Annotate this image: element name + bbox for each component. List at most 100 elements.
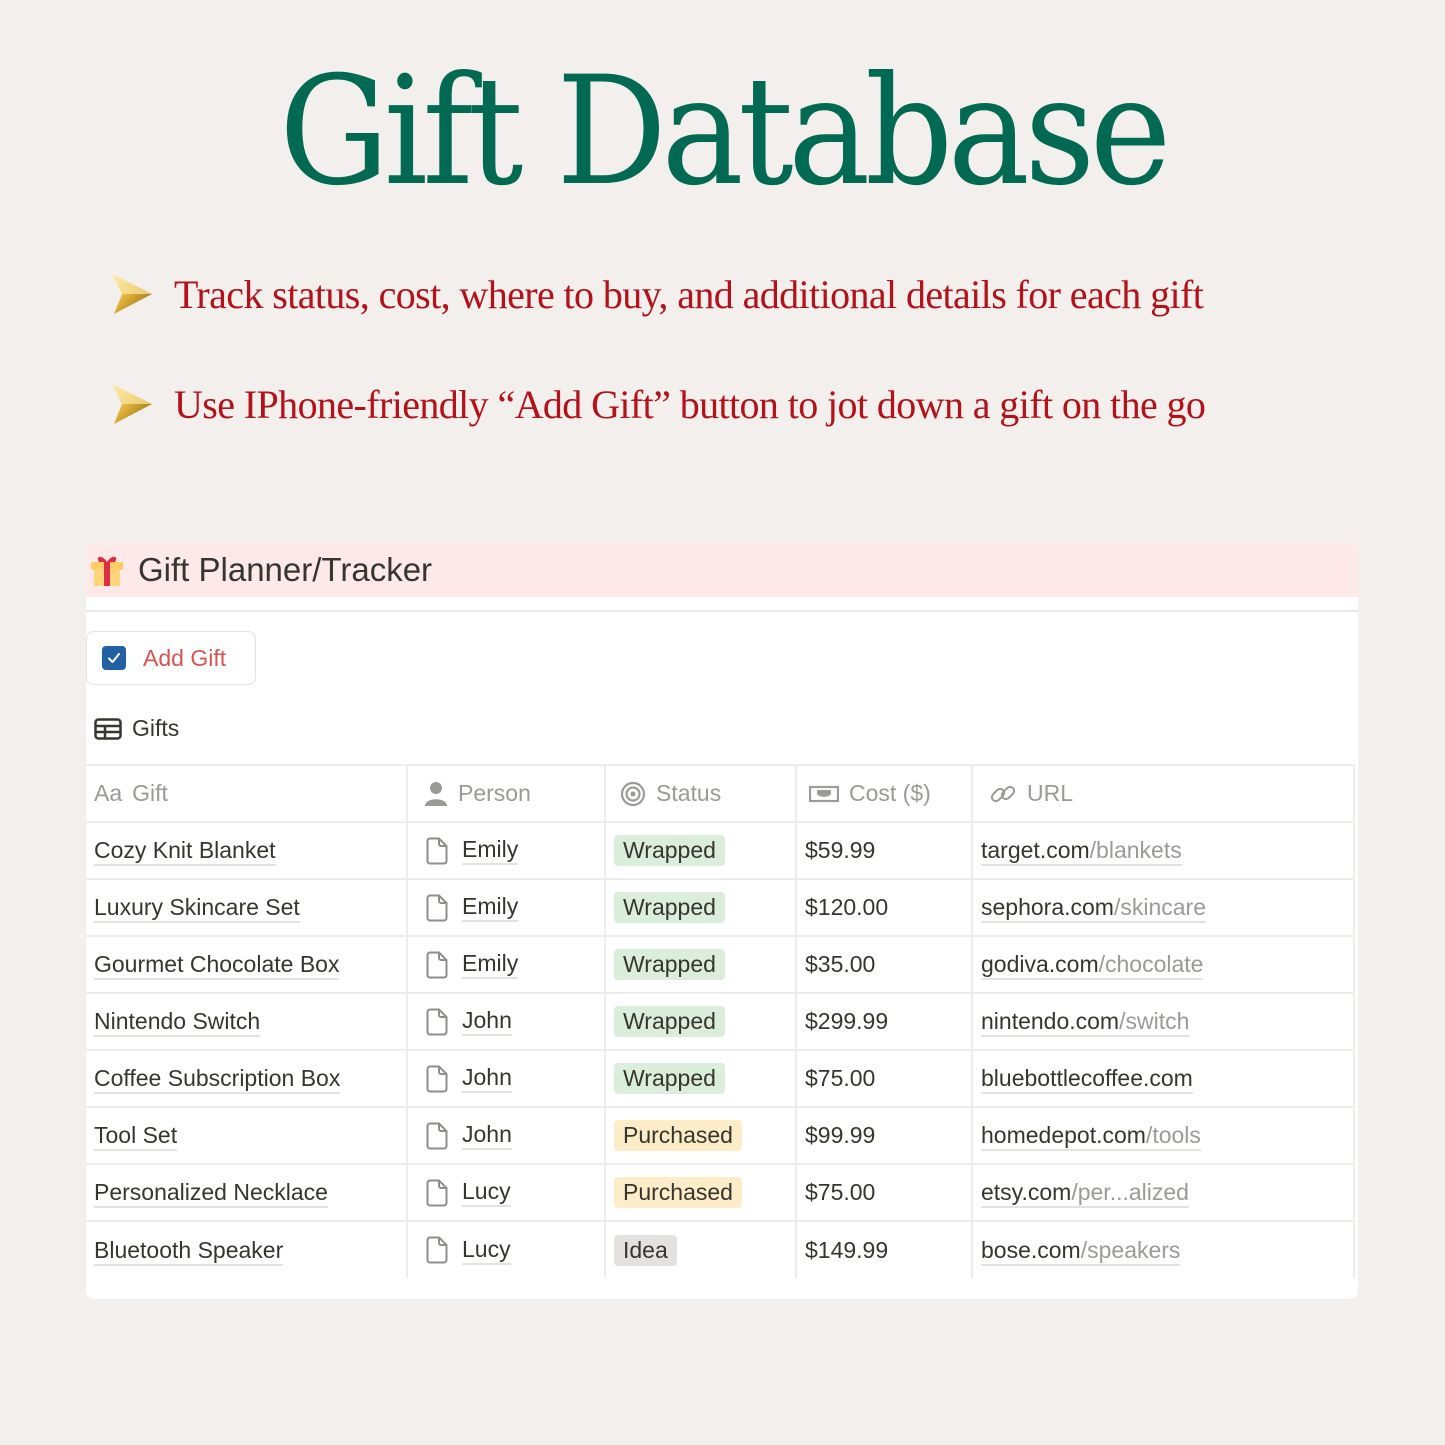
gift-cell[interactable]: Personalized Necklace bbox=[86, 1164, 408, 1222]
gift-name[interactable]: Luxury Skincare Set bbox=[94, 894, 300, 923]
status-cell[interactable]: Wrapped bbox=[605, 993, 797, 1051]
person-icon bbox=[425, 781, 447, 806]
gift-cell[interactable]: Tool Set bbox=[86, 1107, 408, 1165]
column-label: Cost ($) bbox=[849, 780, 931, 806]
link-icon bbox=[990, 785, 1016, 802]
person-cell[interactable]: Emily bbox=[407, 822, 606, 880]
gift-name[interactable]: Personalized Necklace bbox=[94, 1179, 328, 1208]
url-link[interactable]: homedepot.com/tools bbox=[981, 1122, 1201, 1151]
table-row[interactable]: Gourmet Chocolate Box Emily Wrapped $35.… bbox=[86, 936, 1355, 994]
url-cell[interactable]: bose.com/speakers bbox=[972, 1221, 1355, 1278]
cost-cell[interactable]: $120.00 bbox=[796, 879, 973, 937]
view-tab-gifts[interactable]: Gifts bbox=[94, 715, 179, 742]
url-cell[interactable]: bluebottlecoffee.com bbox=[972, 1050, 1355, 1108]
status-badge: Wrapped bbox=[614, 1063, 725, 1094]
page-icon bbox=[426, 837, 448, 864]
url-link[interactable]: bose.com/speakers bbox=[981, 1236, 1181, 1266]
column-header-cost[interactable]: Cost ($) bbox=[796, 764, 973, 823]
person-name[interactable]: Lucy bbox=[462, 1236, 511, 1265]
status-cell[interactable]: Wrapped bbox=[605, 879, 797, 937]
cost-cell[interactable]: $149.99 bbox=[796, 1221, 973, 1278]
status-cell[interactable]: Purchased bbox=[605, 1164, 797, 1222]
gift-name[interactable]: Nintendo Switch bbox=[94, 1008, 261, 1037]
table-row[interactable]: Personalized Necklace Lucy Purchased $75… bbox=[86, 1164, 1355, 1222]
column-header-gift[interactable]: Aa Gift bbox=[86, 764, 408, 823]
url-cell[interactable]: target.com/blankets bbox=[972, 822, 1355, 880]
url-link[interactable]: godiva.com/chocolate bbox=[981, 951, 1204, 980]
status-badge: Wrapped bbox=[614, 835, 725, 866]
cost-cell[interactable]: $299.99 bbox=[796, 993, 973, 1051]
add-gift-label: Add Gift bbox=[143, 644, 227, 671]
column-header-person[interactable]: Person bbox=[407, 764, 606, 823]
status-cell[interactable]: Purchased bbox=[605, 1107, 797, 1165]
gift-cell[interactable]: Nintendo Switch bbox=[86, 993, 408, 1051]
divider bbox=[86, 610, 1358, 612]
person-cell[interactable]: John bbox=[407, 993, 606, 1051]
status-cell[interactable]: Wrapped bbox=[605, 822, 797, 880]
person-name[interactable]: John bbox=[462, 1007, 512, 1036]
feature-bullet: Track status, cost, where to buy, and ad… bbox=[108, 270, 1204, 318]
person-name[interactable]: John bbox=[462, 1064, 512, 1093]
person-name[interactable]: Lucy bbox=[462, 1178, 511, 1207]
url-link[interactable]: bluebottlecoffee.com bbox=[981, 1065, 1193, 1094]
status-badge: Purchased bbox=[614, 1120, 742, 1151]
person-name[interactable]: John bbox=[462, 1121, 512, 1150]
column-header-status[interactable]: Status bbox=[605, 764, 797, 823]
gift-cell[interactable]: Cozy Knit Blanket bbox=[86, 822, 408, 880]
gift-cell[interactable]: Luxury Skincare Set bbox=[86, 879, 408, 937]
person-cell[interactable]: John bbox=[407, 1050, 606, 1108]
column-label: Person bbox=[458, 780, 531, 806]
status-badge: Idea bbox=[614, 1234, 677, 1266]
status-cell[interactable]: Idea bbox=[605, 1221, 797, 1278]
cost-cell[interactable]: $75.00 bbox=[796, 1050, 973, 1108]
url-link[interactable]: sephora.com/skincare bbox=[981, 894, 1207, 923]
url-cell[interactable]: homedepot.com/tools bbox=[972, 1107, 1355, 1165]
table-row[interactable]: Coffee Subscription Box John Wrapped $75… bbox=[86, 1050, 1355, 1108]
table-row[interactable]: Bluetooth Speaker Lucy Idea $149.99 bose… bbox=[86, 1221, 1355, 1278]
url-link[interactable]: target.com/blankets bbox=[981, 837, 1182, 866]
person-name[interactable]: Emily bbox=[462, 893, 519, 922]
add-gift-button[interactable]: Add Gift bbox=[86, 631, 256, 685]
page-icon bbox=[426, 1236, 448, 1264]
table-row[interactable]: Tool Set John Purchased $99.99 homedepot… bbox=[86, 1107, 1355, 1165]
gift-name[interactable]: Cozy Knit Blanket bbox=[94, 837, 276, 866]
table-row[interactable]: Nintendo Switch John Wrapped $299.99 nin… bbox=[86, 993, 1355, 1051]
person-cell[interactable]: John bbox=[407, 1107, 606, 1165]
url-cell[interactable]: godiva.com/chocolate bbox=[972, 936, 1355, 994]
url-link[interactable]: etsy.com/per...alized bbox=[981, 1179, 1189, 1208]
gift-name[interactable]: Bluetooth Speaker bbox=[94, 1236, 284, 1266]
url-cell[interactable]: etsy.com/per...alized bbox=[972, 1164, 1355, 1222]
column-label: Status bbox=[656, 780, 722, 806]
person-cell[interactable]: Lucy bbox=[407, 1164, 606, 1222]
target-icon bbox=[620, 781, 646, 806]
page-icon bbox=[426, 1065, 448, 1092]
cost-cell[interactable]: $59.99 bbox=[796, 822, 973, 880]
person-cell[interactable]: Lucy bbox=[407, 1221, 606, 1278]
person-cell[interactable]: Emily bbox=[407, 879, 606, 937]
gift-cell[interactable]: Coffee Subscription Box bbox=[86, 1050, 408, 1108]
cost-cell[interactable]: $99.99 bbox=[796, 1107, 973, 1165]
gift-name[interactable]: Tool Set bbox=[94, 1122, 178, 1151]
status-cell[interactable]: Wrapped bbox=[605, 1050, 797, 1108]
gift-cell[interactable]: Bluetooth Speaker bbox=[86, 1221, 408, 1278]
person-cell[interactable]: Emily bbox=[407, 936, 606, 994]
person-name[interactable]: Emily bbox=[462, 836, 519, 865]
url-cell[interactable]: sephora.com/skincare bbox=[972, 879, 1355, 937]
cost-cell[interactable]: $75.00 bbox=[796, 1164, 973, 1222]
page-icon bbox=[426, 1122, 448, 1149]
gift-name[interactable]: Gourmet Chocolate Box bbox=[94, 951, 340, 980]
table-row[interactable]: Cozy Knit Blanket Emily Wrapped $59.99 t… bbox=[86, 822, 1355, 880]
status-cell[interactable]: Wrapped bbox=[605, 936, 797, 994]
cost-cell[interactable]: $35.00 bbox=[796, 936, 973, 994]
column-header-url[interactable]: URL bbox=[972, 764, 1355, 823]
gift-name[interactable]: Coffee Subscription Box bbox=[94, 1065, 341, 1094]
person-name[interactable]: Emily bbox=[462, 950, 519, 979]
status-badge: Wrapped bbox=[614, 949, 725, 980]
gift-cell[interactable]: Gourmet Chocolate Box bbox=[86, 936, 408, 994]
url-link[interactable]: nintendo.com/switch bbox=[981, 1008, 1190, 1037]
gifts-table: Aa Gift Person Status Cost ($) URL Cozy … bbox=[86, 764, 1355, 1278]
column-label: Gift bbox=[132, 780, 168, 806]
table-row[interactable]: Luxury Skincare Set Emily Wrapped $120.0… bbox=[86, 879, 1355, 937]
gold-arrow-icon bbox=[112, 274, 152, 314]
url-cell[interactable]: nintendo.com/switch bbox=[972, 993, 1355, 1051]
